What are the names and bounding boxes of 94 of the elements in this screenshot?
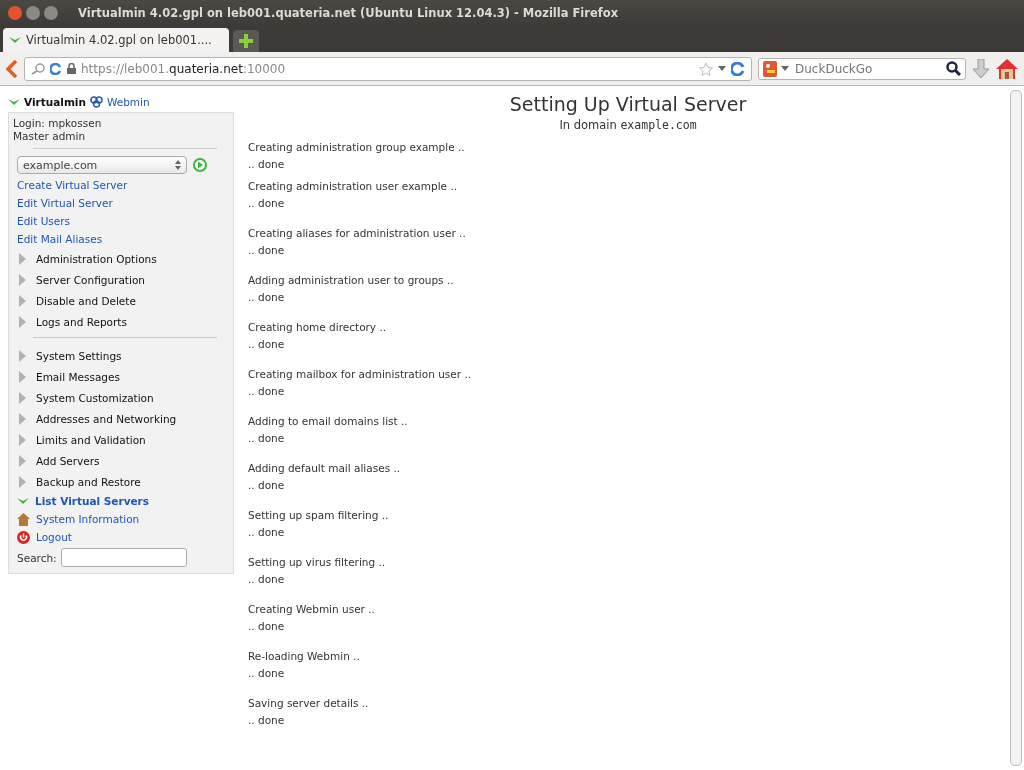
step-text: Setting up virus filtering .. — [248, 555, 386, 570]
expand-triangle-icon[interactable] — [19, 294, 26, 307]
updown-arrow-icon — [175, 160, 181, 170]
page-title: Setting Up Virtual Server — [508, 92, 748, 116]
sidebar-link[interactable]: Edit Mail Aliases — [17, 233, 103, 245]
step-text: Saving server details .. — [248, 696, 369, 711]
new-tab-button[interactable] — [233, 30, 259, 52]
step-text: Creating administration group example .. — [248, 140, 465, 155]
page-subtitle: In domain example.com — [558, 118, 698, 133]
search-icon[interactable] — [946, 61, 961, 76]
sidebar-link[interactable]: Edit Virtual Server — [17, 197, 113, 209]
lock-icon — [67, 63, 76, 74]
step-result: .. done — [248, 619, 285, 634]
step-text: Creating administration user example .. — [248, 179, 458, 194]
step-result: .. done — [248, 525, 285, 540]
sidebar-link[interactable]: Create Virtual Server — [17, 179, 128, 191]
scrollbar[interactable] — [1010, 90, 1022, 766]
house-icon — [17, 512, 30, 526]
expand-triangle-icon[interactable] — [19, 252, 26, 265]
login-text: Login: mpkossen — [13, 117, 103, 130]
checkmark-icon — [17, 497, 29, 505]
download-arrow-icon[interactable] — [972, 58, 990, 79]
power-icon — [17, 530, 30, 544]
virtualmin-link[interactable]: Virtualmin — [24, 96, 86, 108]
step-text: Creating mailbox for administration user .. — [248, 367, 472, 382]
expand-triangle-icon[interactable] — [19, 391, 26, 404]
step-result: .. done — [248, 243, 285, 258]
browser-tab[interactable]: Virtualmin 4.02.gpl on leb001.... — [3, 28, 229, 52]
sidebar-link[interactable]: System Information — [36, 513, 140, 525]
minimize-icon[interactable] — [26, 5, 40, 20]
expand-triangle-icon[interactable] — [19, 349, 26, 362]
domain-select[interactable]: example.com — [17, 156, 187, 174]
reload-icon[interactable] — [731, 61, 745, 76]
sidebar-category[interactable]: Limits and Validation — [36, 433, 146, 446]
webmin-logo-icon — [89, 96, 103, 108]
sidebar-category[interactable]: System Customization — [36, 391, 154, 404]
expand-triangle-icon[interactable] — [19, 412, 26, 425]
sidebar-link[interactable]: Edit Users — [17, 215, 71, 227]
webmin-link[interactable]: Webmin — [106, 96, 150, 108]
expand-triangle-icon[interactable] — [19, 370, 26, 383]
step-result: .. done — [248, 431, 285, 446]
sidebar-category[interactable]: Add Servers — [36, 454, 100, 467]
sidebar-category[interactable]: Disable and Delete — [36, 294, 136, 307]
step-text: Adding administration user to groups .. — [248, 273, 454, 288]
dropdown-arrow-icon[interactable] — [781, 66, 789, 71]
sidebar-category[interactable]: Email Messages — [36, 370, 120, 383]
expand-triangle-icon[interactable] — [19, 315, 26, 328]
search-input[interactable] — [60, 548, 187, 567]
step-result: .. done — [248, 196, 285, 211]
back-icon[interactable] — [6, 59, 18, 78]
sidebar-category[interactable]: Backup and Restore — [36, 475, 141, 488]
address-field[interactable]: https://leb001.quateria.net:10000 — [24, 56, 752, 81]
step-result: .. done — [248, 157, 285, 172]
sidebar-link[interactable]: Logout — [36, 531, 72, 543]
step-result: .. done — [248, 384, 285, 399]
go-button-icon[interactable] — [193, 158, 207, 172]
expand-triangle-icon[interactable] — [19, 433, 26, 446]
sidebar-category[interactable]: Administration Options — [36, 252, 157, 265]
step-text: Creating Webmin user .. — [248, 602, 375, 617]
maximize-icon[interactable] — [44, 5, 58, 20]
step-text: Creating aliases for administration user .. — [248, 226, 466, 241]
step-text: Adding default mail aliases .. — [248, 461, 401, 476]
expand-triangle-icon[interactable] — [19, 475, 26, 488]
step-result: .. done — [248, 290, 285, 305]
step-result: .. done — [248, 337, 285, 352]
reload-icon[interactable] — [50, 62, 62, 75]
sidebar-category[interactable]: Logs and Reports — [36, 315, 127, 328]
expand-triangle-icon[interactable] — [19, 454, 26, 467]
sidebar-link[interactable]: List Virtual Servers — [35, 495, 150, 507]
step-text: Creating home directory .. — [248, 320, 387, 335]
star-icon[interactable] — [699, 61, 713, 76]
step-result: .. done — [248, 666, 285, 681]
step-text: Re-loading Webmin .. — [248, 649, 360, 664]
home-icon[interactable] — [996, 58, 1018, 79]
expand-triangle-icon[interactable] — [19, 273, 26, 286]
search-field[interactable]: DuckDuckGo — [758, 57, 966, 80]
dropdown-arrow-icon[interactable] — [718, 66, 726, 71]
step-text: Setting up spam filtering .. — [248, 508, 389, 523]
url-text: https://leb001.quateria.net:10000 — [81, 61, 286, 76]
search-label: Search: — [17, 551, 57, 564]
duck-icon — [763, 60, 777, 77]
role-text: Master admin — [13, 130, 87, 143]
step-result: .. done — [248, 478, 285, 493]
sidebar-category[interactable]: System Settings — [36, 349, 122, 362]
close-icon[interactable] — [8, 5, 22, 20]
step-text: Adding to email domains list .. — [248, 414, 408, 429]
sidebar-category[interactable]: Server Configuration — [36, 273, 145, 286]
checkmark-icon — [8, 98, 20, 106]
plus-icon — [239, 34, 253, 48]
window-title: Virtualmin 4.02.gpl on leb001.quateria.net (Ubuntu Linux 12.04.3) - Mozilla Firefox — [78, 5, 619, 20]
checkmark-icon — [9, 36, 21, 44]
sidebar-category[interactable]: Addresses and Networking — [36, 412, 177, 425]
step-result: .. done — [248, 572, 285, 587]
step-result: .. done — [248, 713, 285, 728]
